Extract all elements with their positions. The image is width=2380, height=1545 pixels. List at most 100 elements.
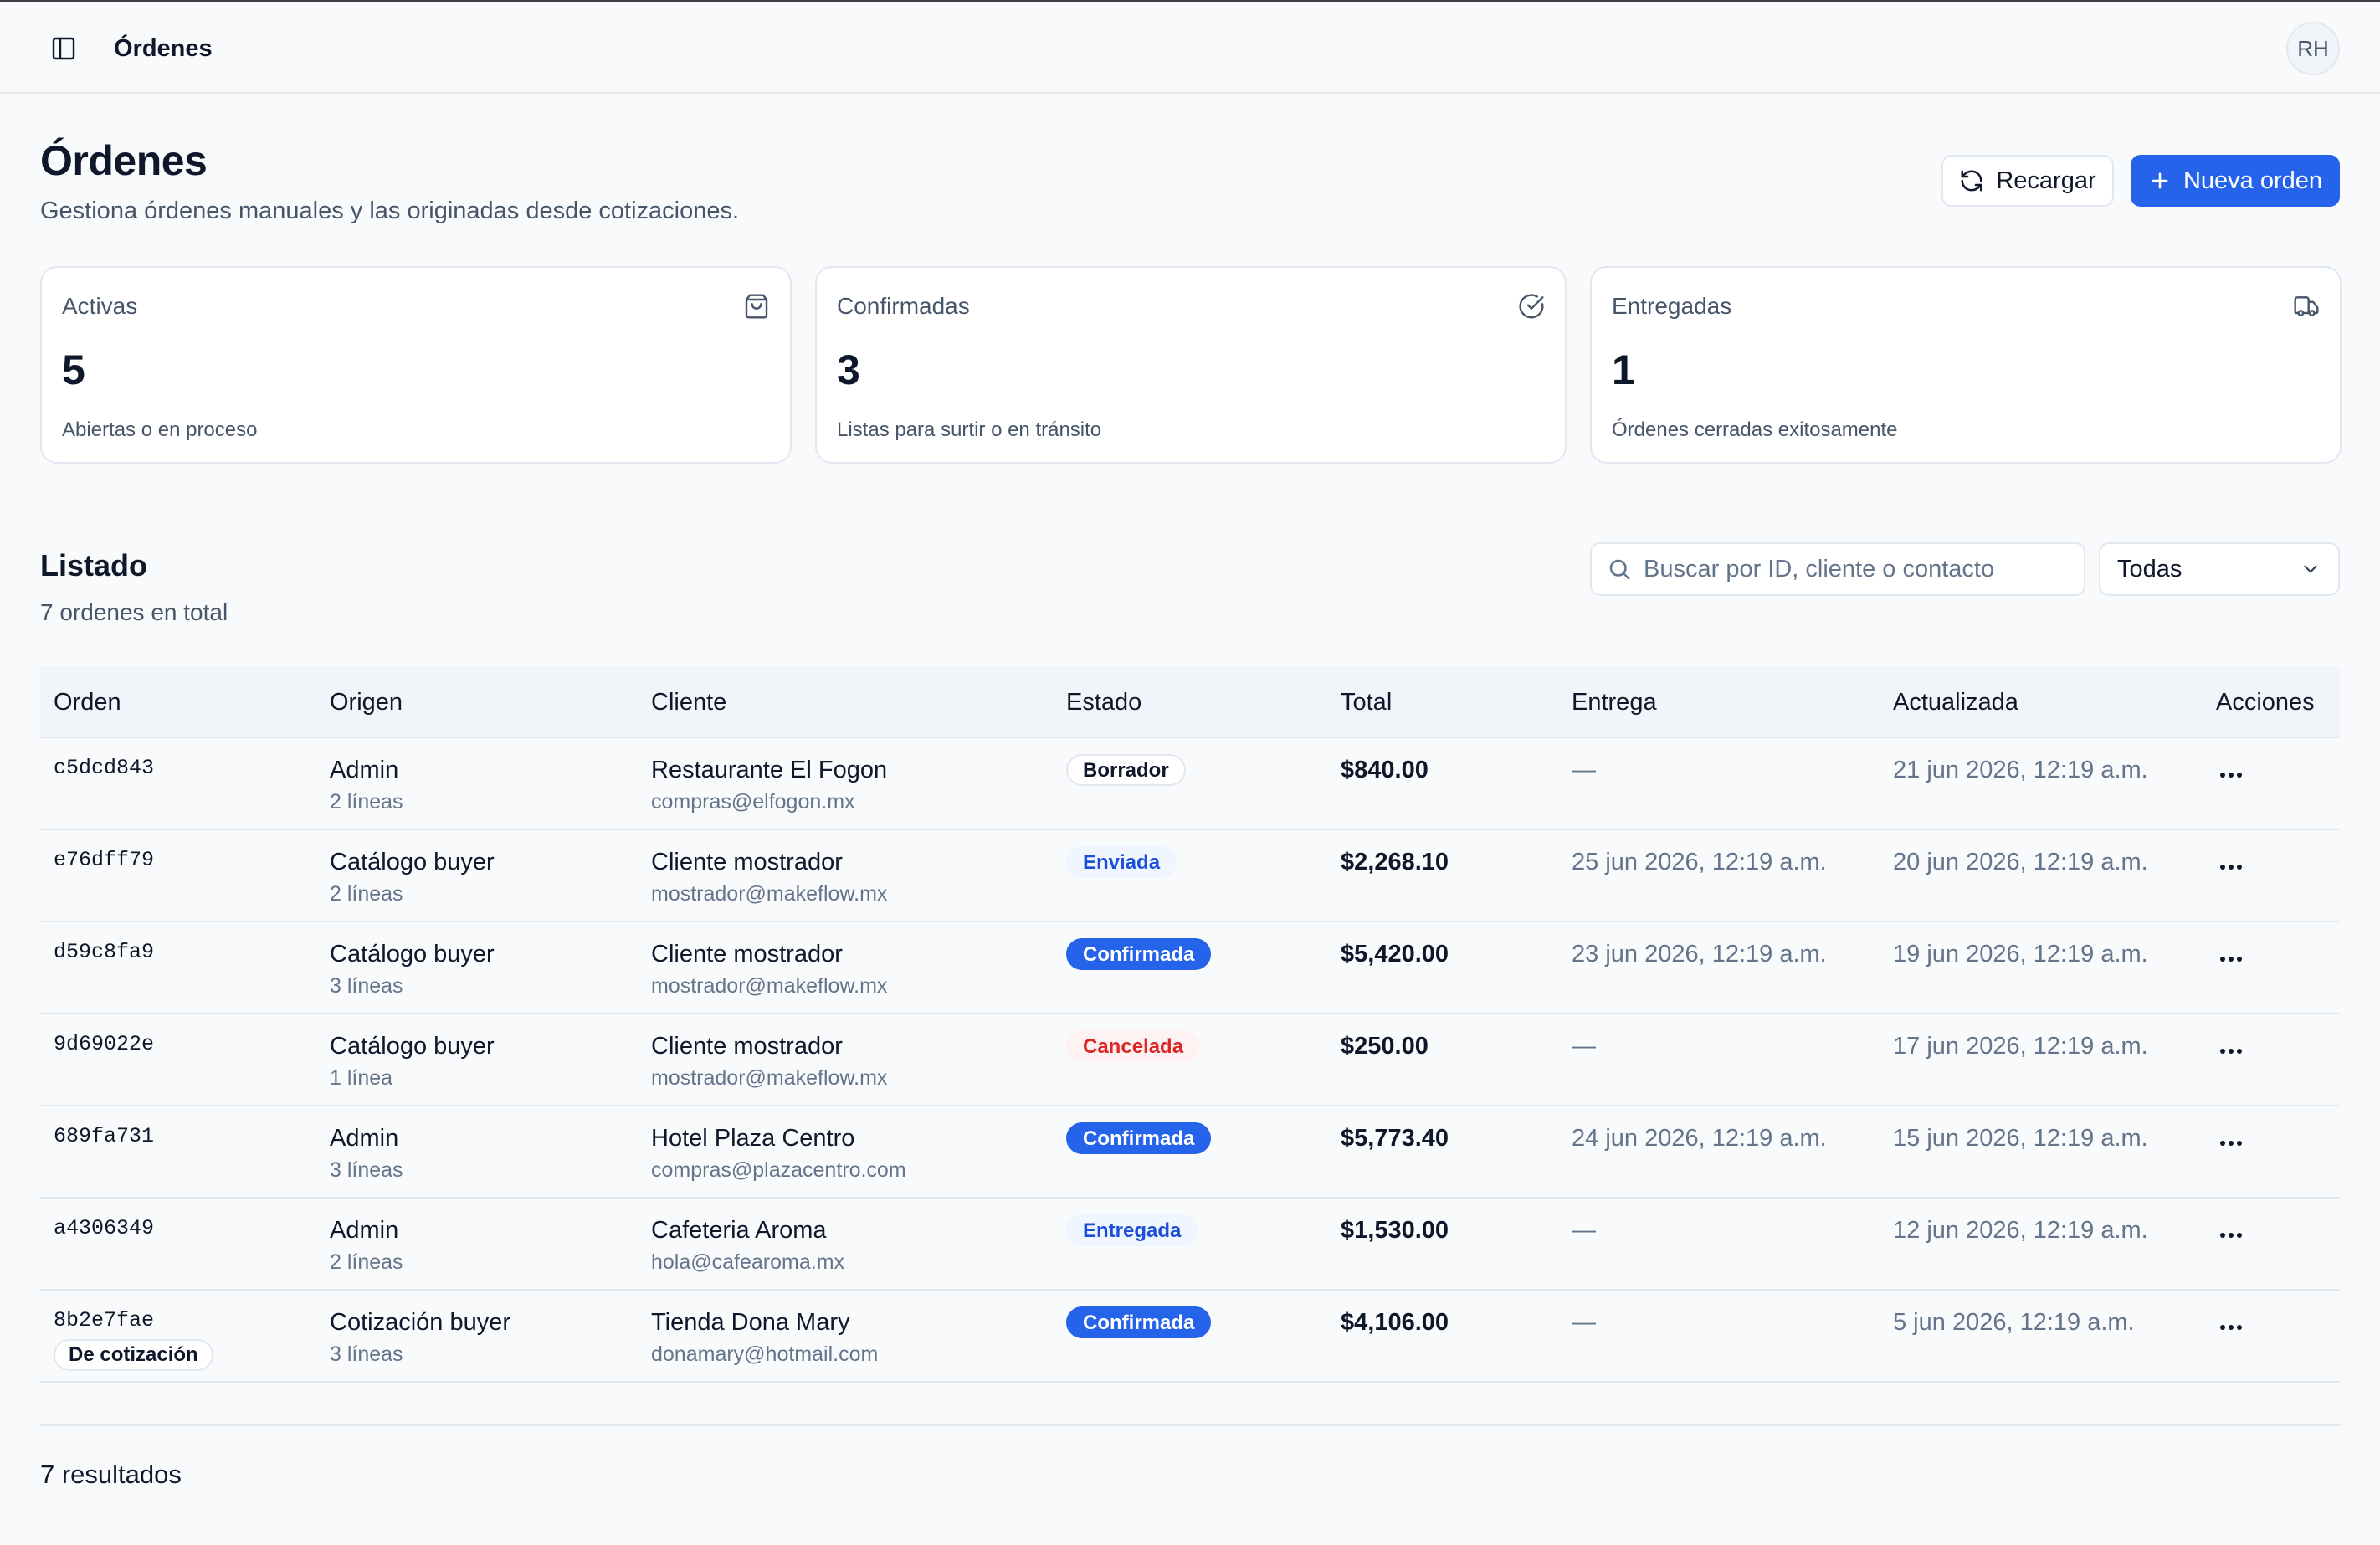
status-badge: Entregada xyxy=(1066,1214,1198,1246)
client-cell: Cliente mostrador mostrador@makeflow.mx xyxy=(651,939,887,999)
footer-divider xyxy=(40,1424,2340,1426)
orders-table: Orden Origen Cliente Estado Total Entreg… xyxy=(40,666,2340,1383)
more-horizontal-icon xyxy=(2218,771,2244,779)
order-id: 689fa731 xyxy=(54,1124,155,1148)
client-name: Restaurante El Fogon xyxy=(651,757,888,783)
column-header-acciones: Acciones xyxy=(2216,689,2315,716)
client-email: mostrador@makeflow.mx xyxy=(651,974,888,998)
order-total: $4,106.00 xyxy=(1341,1309,1449,1336)
table-row[interactable]: c5dcd843 Admin 2 líneas Restaurante El F… xyxy=(40,738,2340,830)
search-input[interactable] xyxy=(1644,555,2062,583)
origin-lines: 3 líneas xyxy=(330,1158,403,1182)
table-row[interactable]: e76dff79 Catálogo buyer 2 líneas Cliente… xyxy=(40,830,2340,922)
status-filter-value: Todas xyxy=(2117,555,2183,583)
new-order-label: Nueva orden xyxy=(2183,167,2323,194)
chevron-down-icon xyxy=(2300,558,2321,580)
origin-lines: 1 línea xyxy=(330,1066,393,1090)
origin-lines: 2 líneas xyxy=(330,790,403,814)
client-name: Cliente mostrador xyxy=(651,1033,843,1060)
search-box xyxy=(1590,542,2085,596)
updated-date: 17 jun 2026, 12:19 a.m. xyxy=(1893,1033,2148,1060)
row-actions-button[interactable] xyxy=(2208,1217,2254,1254)
table-row[interactable]: a4306349 Admin 2 líneas Cafeteria Aroma … xyxy=(40,1199,2340,1291)
table-body: c5dcd843 Admin 2 líneas Restaurante El F… xyxy=(40,738,2340,1383)
table-row[interactable]: d59c8fa9 Catálogo buyer 3 líneas Cliente… xyxy=(40,922,2340,1014)
updated-date: 15 jun 2026, 12:19 a.m. xyxy=(1893,1125,2148,1152)
status-cell: Entregada xyxy=(1066,1214,1198,1246)
origin-cell: Catálogo buyer 1 línea xyxy=(330,1031,495,1091)
column-header-actualizada: Actualizada xyxy=(1893,689,2018,716)
client-email: donamary@hotmail.com xyxy=(651,1342,879,1366)
table-row[interactable]: 9d69022e Catálogo buyer 1 línea Cliente … xyxy=(40,1014,2340,1106)
stat-label: Entregadas xyxy=(1612,293,1732,319)
more-horizontal-icon xyxy=(2218,1231,2244,1240)
origin-name: Admin xyxy=(330,1217,399,1244)
column-header-orden: Orden xyxy=(54,689,121,716)
origin-name: Catálogo buyer xyxy=(330,941,495,968)
delivery-date: 25 jun 2026, 12:19 a.m. xyxy=(1572,849,1827,875)
reload-label: Recargar xyxy=(1996,167,2096,194)
origin-cell: Admin 2 líneas xyxy=(330,1215,403,1276)
check-circle-icon xyxy=(1518,293,1545,320)
reload-button[interactable]: Recargar xyxy=(1941,155,2114,207)
delivery-cell: 24 jun 2026, 12:19 a.m. xyxy=(1572,1123,1827,1153)
stat-description: Órdenes cerradas exitosamente xyxy=(1612,418,1898,441)
origin-cell: Cotización buyer 3 líneas xyxy=(330,1307,510,1368)
status-badge: Confirmada xyxy=(1066,1306,1212,1338)
status-filter-select[interactable]: Todas xyxy=(2099,542,2340,596)
row-actions-button[interactable] xyxy=(2208,757,2254,793)
status-badge: Confirmada xyxy=(1066,938,1212,970)
total-cell: $1,530.00 xyxy=(1341,1215,1449,1245)
table-row[interactable]: 8b2e7fae De cotización Cotización buyer … xyxy=(40,1291,2340,1383)
total-cell: $250.00 xyxy=(1341,1031,1429,1061)
order-id: 9d69022e xyxy=(54,1032,155,1056)
delivery-cell: — xyxy=(1572,755,1596,785)
order-cell: 9d69022e xyxy=(54,1031,154,1058)
stat-card-entregadas: Entregadas 1 Órdenes cerradas exitosamen… xyxy=(1590,266,2342,464)
stat-value: 5 xyxy=(62,346,85,393)
client-email: hola@cafearoma.mx xyxy=(651,1250,845,1274)
total-cell: $2,268.10 xyxy=(1341,847,1449,877)
column-header-origen: Origen xyxy=(330,689,403,716)
updated-date: 21 jun 2026, 12:19 a.m. xyxy=(1893,757,2148,783)
row-actions-button[interactable] xyxy=(2208,1033,2254,1070)
delivery-date: — xyxy=(1572,757,1596,783)
shopping-bag-icon xyxy=(743,293,770,320)
status-cell: Confirmada xyxy=(1066,938,1212,970)
order-cell: a4306349 xyxy=(54,1215,154,1242)
refresh-icon xyxy=(1959,168,1984,193)
delivery-cell: — xyxy=(1572,1031,1596,1061)
origin-lines: 3 líneas xyxy=(330,974,403,998)
topbar-title: Órdenes xyxy=(114,35,213,62)
row-actions-button[interactable] xyxy=(2208,1309,2254,1346)
order-cell: 8b2e7fae De cotización xyxy=(54,1307,213,1371)
client-cell: Cafeteria Aroma hola@cafearoma.mx xyxy=(651,1215,844,1276)
order-id: 8b2e7fae xyxy=(54,1308,155,1332)
more-horizontal-icon xyxy=(2218,955,2244,963)
row-actions-button[interactable] xyxy=(2208,849,2254,885)
table-row[interactable]: 689fa731 Admin 3 líneas Hotel Plaza Cent… xyxy=(40,1106,2340,1199)
page-subtitle: Gestiona órdenes manuales y las originad… xyxy=(40,198,740,224)
avatar[interactable]: RH xyxy=(2286,22,2340,75)
updated-cell: 12 jun 2026, 12:19 a.m. xyxy=(1893,1215,2148,1245)
more-horizontal-icon xyxy=(2218,1323,2244,1332)
status-badge: Confirmada xyxy=(1066,1122,1212,1154)
order-cell: 689fa731 xyxy=(54,1123,154,1150)
sidebar-toggle-icon[interactable] xyxy=(47,32,80,65)
origin-lines: 2 líneas xyxy=(330,1250,403,1274)
row-actions-button[interactable] xyxy=(2208,941,2254,978)
more-horizontal-icon xyxy=(2218,863,2244,871)
status-cell: Confirmada xyxy=(1066,1122,1212,1154)
delivery-date: — xyxy=(1572,1033,1596,1060)
status-badge: Cancelada xyxy=(1066,1030,1201,1062)
stat-value: 1 xyxy=(1612,346,1635,393)
client-name: Tienda Dona Mary xyxy=(651,1309,850,1336)
order-id: d59c8fa9 xyxy=(54,940,155,964)
table-header: Orden Origen Cliente Estado Total Entreg… xyxy=(40,666,2340,738)
new-order-button[interactable]: Nueva orden xyxy=(2131,155,2340,207)
client-email: compras@plazacentro.com xyxy=(651,1158,906,1182)
order-cell: d59c8fa9 xyxy=(54,939,154,966)
row-actions-button[interactable] xyxy=(2208,1125,2254,1162)
client-email: mostrador@makeflow.mx xyxy=(651,1066,888,1090)
total-cell: $5,420.00 xyxy=(1341,939,1449,969)
